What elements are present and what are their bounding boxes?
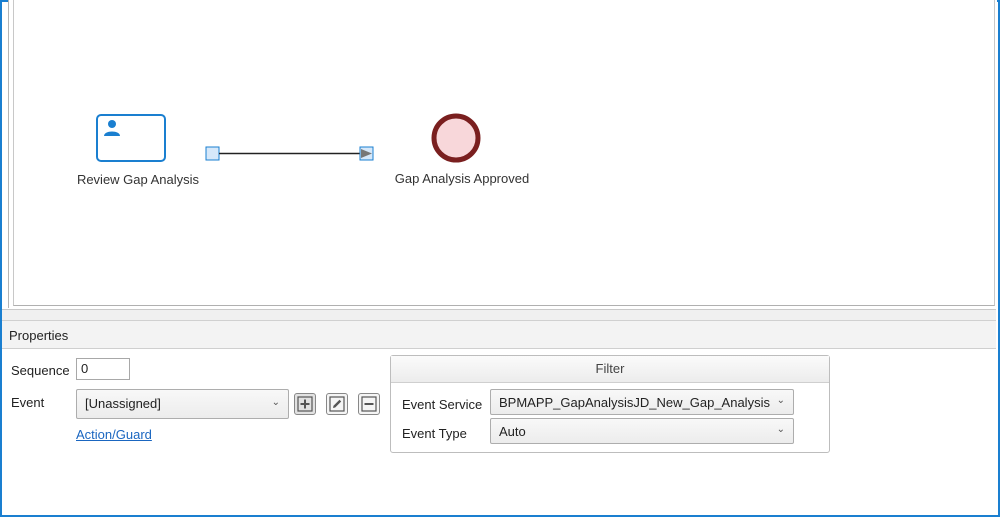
chevron-down-icon: ⌄ — [776, 424, 785, 435]
event-label: Event — [11, 395, 45, 410]
user-task-node[interactable] — [96, 114, 166, 162]
sequence-flow-connector[interactable] — [203, 143, 378, 165]
event-type-dropdown[interactable]: Auto ⌄ — [490, 418, 794, 444]
panel-splitter[interactable] — [2, 309, 996, 320]
user-icon — [104, 120, 120, 136]
connector-source-handle — [205, 146, 220, 161]
sequence-input[interactable]: 0 — [76, 358, 130, 380]
event-dropdown-value: [Unassigned] — [85, 396, 161, 411]
end-event-label: Gap Analysis Approved — [394, 171, 530, 186]
event-type-value: Auto — [499, 424, 526, 439]
event-service-dropdown[interactable]: BPMAPP_GapAnalysisJD_New_Gap_Analysis ⌄ — [490, 389, 794, 415]
add-event-button[interactable] — [294, 393, 316, 415]
action-guard-link[interactable]: Action/Guard — [76, 427, 152, 442]
properties-header: Properties — [2, 320, 996, 349]
event-type-label: Event Type — [402, 426, 467, 441]
sequence-label: Sequence — [11, 363, 70, 378]
event-service-label: Event Service — [402, 397, 483, 412]
pencil-icon — [329, 396, 345, 412]
minus-icon — [361, 396, 377, 412]
plus-icon — [297, 396, 313, 412]
filter-header: Filter — [391, 356, 829, 383]
event-dropdown[interactable]: [Unassigned] ⌄ — [76, 389, 289, 419]
chevron-down-icon: ⌄ — [776, 395, 785, 406]
end-event-node[interactable] — [428, 111, 484, 167]
remove-event-button[interactable] — [358, 393, 380, 415]
chevron-down-icon: ⌄ — [271, 397, 280, 408]
task-label: Review Gap Analysis — [76, 172, 200, 187]
event-service-value: BPMAPP_GapAnalysisJD_New_Gap_Analysis — [499, 395, 770, 410]
properties-title: Properties — [9, 328, 69, 343]
edit-event-button[interactable] — [326, 393, 348, 415]
